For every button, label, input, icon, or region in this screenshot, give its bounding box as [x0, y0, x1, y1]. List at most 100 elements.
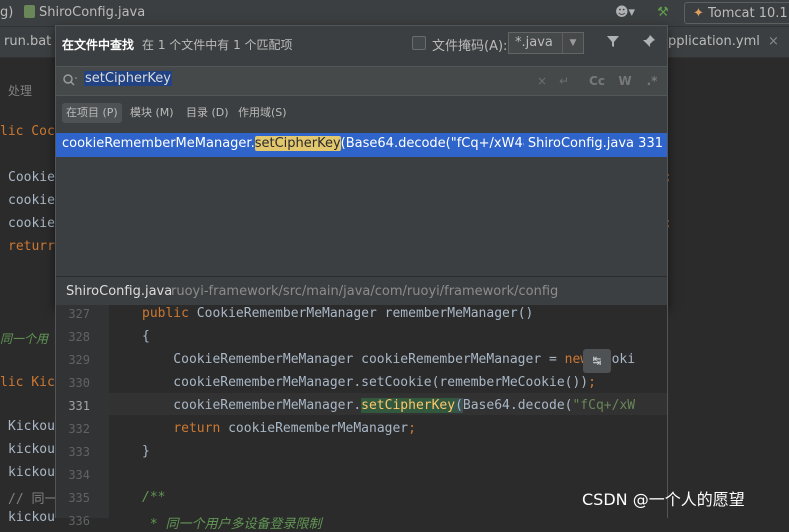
- breadcrumb-file-label: ShiroConfig.java: [39, 5, 146, 20]
- code-line: cookie: [8, 193, 55, 208]
- hammer-icon[interactable]: ⚒: [654, 4, 672, 22]
- preview-directory: ruoyi-framework/src/main/java/com/ruoyi/…: [171, 284, 559, 299]
- tab-application-yml[interactable]: pplication.yml ×: [668, 34, 779, 49]
- code-line: lic Coc: [0, 124, 55, 139]
- code-token: {: [142, 329, 150, 344]
- code-token: "fCq+/xW: [572, 398, 636, 413]
- search-query: setCipherKey: [84, 71, 172, 86]
- file-mask-select[interactable]: *.java ▼: [508, 32, 584, 54]
- code-token: return: [173, 421, 221, 436]
- tab-application-yml-label: pplication.yml: [668, 34, 760, 49]
- chevron-down-icon[interactable]: ▼: [562, 33, 583, 53]
- code-preview-pane[interactable]: 327 public CookieRememberMeManager rememb…: [55, 305, 668, 532]
- soft-wrap-icon[interactable]: ↹: [583, 349, 611, 373]
- watermark: CSDN @一个人的愿望: [582, 490, 745, 509]
- code-token: setCipherKey: [361, 398, 456, 413]
- code-token: cookieRememberMeManager.: [142, 398, 362, 413]
- find-in-files-popup: 在文件中查找 在 1 个文件中有 1 个匹配项 文件掩码(A): *.java …: [55, 25, 668, 307]
- search-row: setCipherKey × ↵ Cc W .*: [56, 66, 667, 96]
- preview-code-line: }: [142, 444, 150, 459]
- result-location: ShiroConfig.java 331: [523, 136, 663, 151]
- line-number: 328: [68, 330, 90, 344]
- result-match: setCipherKey: [254, 136, 341, 151]
- code-line: lic Kic: [0, 375, 55, 390]
- breadcrumb-prefix[interactable]: g): [0, 5, 13, 20]
- preview-file-name: ShiroConfig.java: [66, 284, 173, 299]
- code-token: ;: [408, 421, 416, 436]
- preview-code-line: * 同一个用户多设备登录限制: [142, 513, 322, 532]
- code-line: Kickou: [8, 419, 55, 434]
- search-result-row[interactable]: cookieRememberMeManager.setCipherKey(Bas…: [56, 133, 667, 157]
- line-number: 330: [68, 376, 90, 390]
- code-line: kickou: [8, 442, 55, 457]
- code-token: Base64.decode(: [462, 398, 573, 413]
- preview-code-line: cookieRememberMeManager.setCookie(rememb…: [142, 375, 596, 390]
- line-number: 335: [68, 491, 90, 505]
- preview-path-bar: ShiroConfig.java ruoyi-framework/src/mai…: [56, 276, 667, 307]
- search-input[interactable]: setCipherKey: [84, 71, 514, 91]
- line-number: 336: [68, 514, 90, 528]
- preview-code-line: return cookieRememberMeManager;: [142, 421, 416, 436]
- code-line: // 同一: [8, 492, 58, 507]
- match-case-button[interactable]: Cc: [588, 73, 606, 89]
- code-token: ;: [588, 375, 596, 390]
- close-icon[interactable]: ×: [768, 34, 779, 49]
- code-token: /**: [142, 490, 166, 505]
- preview-code-line: public CookieRememberMeManager rememberM…: [142, 306, 533, 321]
- file-mask-value: *.java: [515, 35, 553, 50]
- result-line: 331: [638, 136, 663, 151]
- code-line: Cookie: [8, 170, 55, 185]
- popup-title: 在文件中查找: [62, 38, 135, 52]
- search-icon[interactable]: [62, 73, 80, 89]
- code-line: 处理: [8, 84, 33, 98]
- result-prefix: cookieRememberMeManager.: [62, 136, 255, 151]
- scope-custom[interactable]: 作用域(S): [234, 103, 291, 123]
- code-token: public: [142, 306, 197, 321]
- code-token: CookieRememberMeManager cookieRememberMe…: [142, 352, 565, 367]
- regex-button[interactable]: .*: [643, 73, 661, 89]
- line-number: 331: [68, 399, 90, 413]
- code-token: cookieRememberMeManager: [220, 421, 409, 436]
- scope-directory[interactable]: 目录 (D): [182, 103, 233, 123]
- run-configuration-label: Tomcat 10.1: [708, 6, 788, 21]
- scope-module[interactable]: 模块 (M): [126, 103, 178, 123]
- preview-code-line: CookieRememberMeManager cookieRememberMe…: [142, 352, 635, 367]
- scope-project[interactable]: 在项目 (P): [62, 103, 122, 123]
- line-number: 332: [68, 422, 90, 436]
- run-configuration-selector[interactable]: ✦ Tomcat 10.1: [684, 2, 789, 24]
- title-bar: g) ShiroConfig.java ☻▾ ⚒ ✦ Tomcat 10.1: [0, 0, 789, 27]
- code-token: }: [142, 444, 150, 459]
- line-number: 327: [68, 307, 90, 321]
- result-file: ShiroConfig.java: [523, 136, 635, 151]
- line-number: 329: [68, 353, 90, 367]
- pin-icon[interactable]: [640, 34, 658, 52]
- code-line: cookie: [8, 216, 55, 231]
- line-number: 333: [68, 445, 90, 459]
- tab-run-bat[interactable]: run.bat: [4, 34, 51, 49]
- filter-icon[interactable]: [604, 34, 622, 52]
- preview-code-line: /**: [142, 490, 165, 505]
- breadcrumb-file[interactable]: ShiroConfig.java: [24, 5, 145, 20]
- file-mask-checkbox[interactable]: [412, 36, 426, 50]
- code-line: returr: [8, 239, 55, 254]
- file-mask-label[interactable]: 文件掩码(A):: [432, 35, 507, 54]
- result-list-empty-area: [56, 157, 667, 274]
- whole-words-button[interactable]: W: [616, 73, 634, 89]
- code-token: cookieRememberMeManager.setCookie(rememb…: [142, 375, 589, 390]
- match-summary: 在 1 个文件中有 1 个匹配项: [142, 38, 293, 52]
- newline-icon[interactable]: ↵: [556, 73, 572, 89]
- user-icon[interactable]: ☻▾: [612, 4, 638, 22]
- java-file-icon: [24, 5, 35, 18]
- tomcat-icon: ✦: [693, 6, 704, 21]
- code-token: * 同一个用户多设备登录限制: [142, 517, 322, 532]
- scope-selector: 在项目 (P) 模块 (M) 目录 (D) 作用域(S): [56, 96, 667, 128]
- code-line: 同一个用: [0, 332, 49, 346]
- preview-code-line: {: [142, 329, 150, 344]
- clear-icon[interactable]: ×: [534, 73, 550, 89]
- line-number: 334: [68, 468, 90, 482]
- code-token: (: [455, 398, 463, 413]
- code-line: kickou: [8, 465, 55, 480]
- result-text: cookieRememberMeManager.setCipherKey(Bas…: [62, 136, 567, 151]
- preview-code-line: cookieRememberMeManager.setCipherKey(Bas…: [142, 398, 635, 413]
